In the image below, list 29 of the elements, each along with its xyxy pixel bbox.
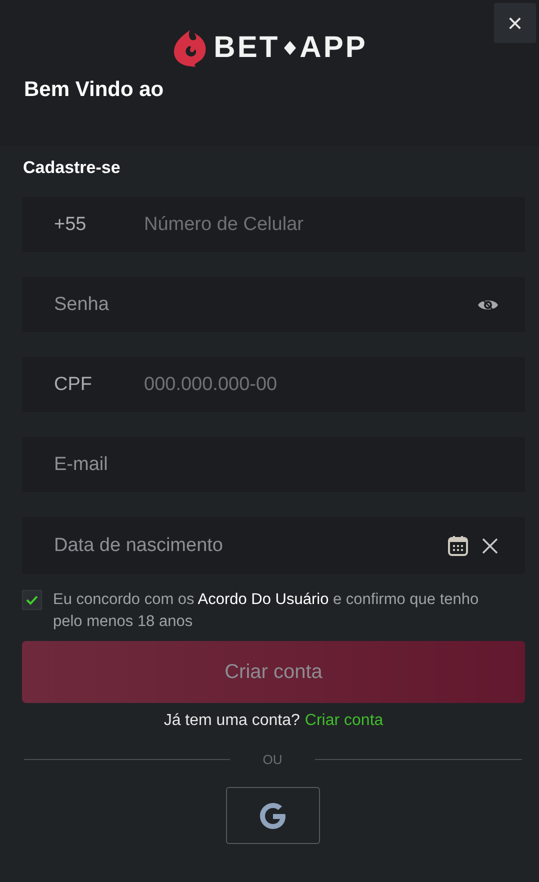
field-prefix: CPF	[54, 374, 93, 396]
calendar-icon[interactable]	[447, 534, 469, 556]
cpf-field[interactable]: CPF 000.000.000-00	[22, 357, 525, 412]
password-field[interactable]: Senha	[22, 277, 525, 332]
close-button[interactable]: ×	[494, 3, 536, 43]
field-placeholder: Senha	[54, 294, 110, 316]
logo-text: BET	[214, 31, 280, 65]
logo-text: APP	[300, 31, 368, 65]
form-title: Cadastre-se	[23, 158, 122, 178]
welcome-heading: Bem Vindo ao	[24, 78, 165, 102]
field-placeholder: E-mail	[54, 454, 109, 476]
phone-field[interactable]: +55 Número de Celular	[22, 197, 525, 252]
divider-label: OU	[262, 752, 284, 767]
clear-icon[interactable]	[481, 536, 499, 554]
flame-logo-icon	[172, 28, 208, 68]
diamond-icon	[284, 41, 296, 55]
field-placeholder: Número de Celular	[144, 214, 304, 236]
field-prefix: +55	[54, 214, 88, 236]
create-account-link[interactable]: Criar conta	[304, 712, 384, 730]
agreement-checkbox[interactable]	[22, 590, 42, 610]
email-field[interactable]: E-mail	[22, 437, 525, 492]
agreement-text: Eu concordo com os Acordo Do Usuário e confirmo que tenho pelo menos 18 anos	[53, 590, 480, 632]
google-button[interactable]	[226, 787, 320, 844]
field-placeholder: Data de nascimento	[54, 534, 224, 556]
field-placeholder: 000.000.000-00	[144, 374, 278, 396]
check-icon	[26, 595, 38, 605]
login-prompt: Já tem uma conta?	[164, 712, 300, 730]
date-field[interactable]: Data de nascimento	[22, 517, 525, 574]
google-icon	[258, 800, 288, 830]
